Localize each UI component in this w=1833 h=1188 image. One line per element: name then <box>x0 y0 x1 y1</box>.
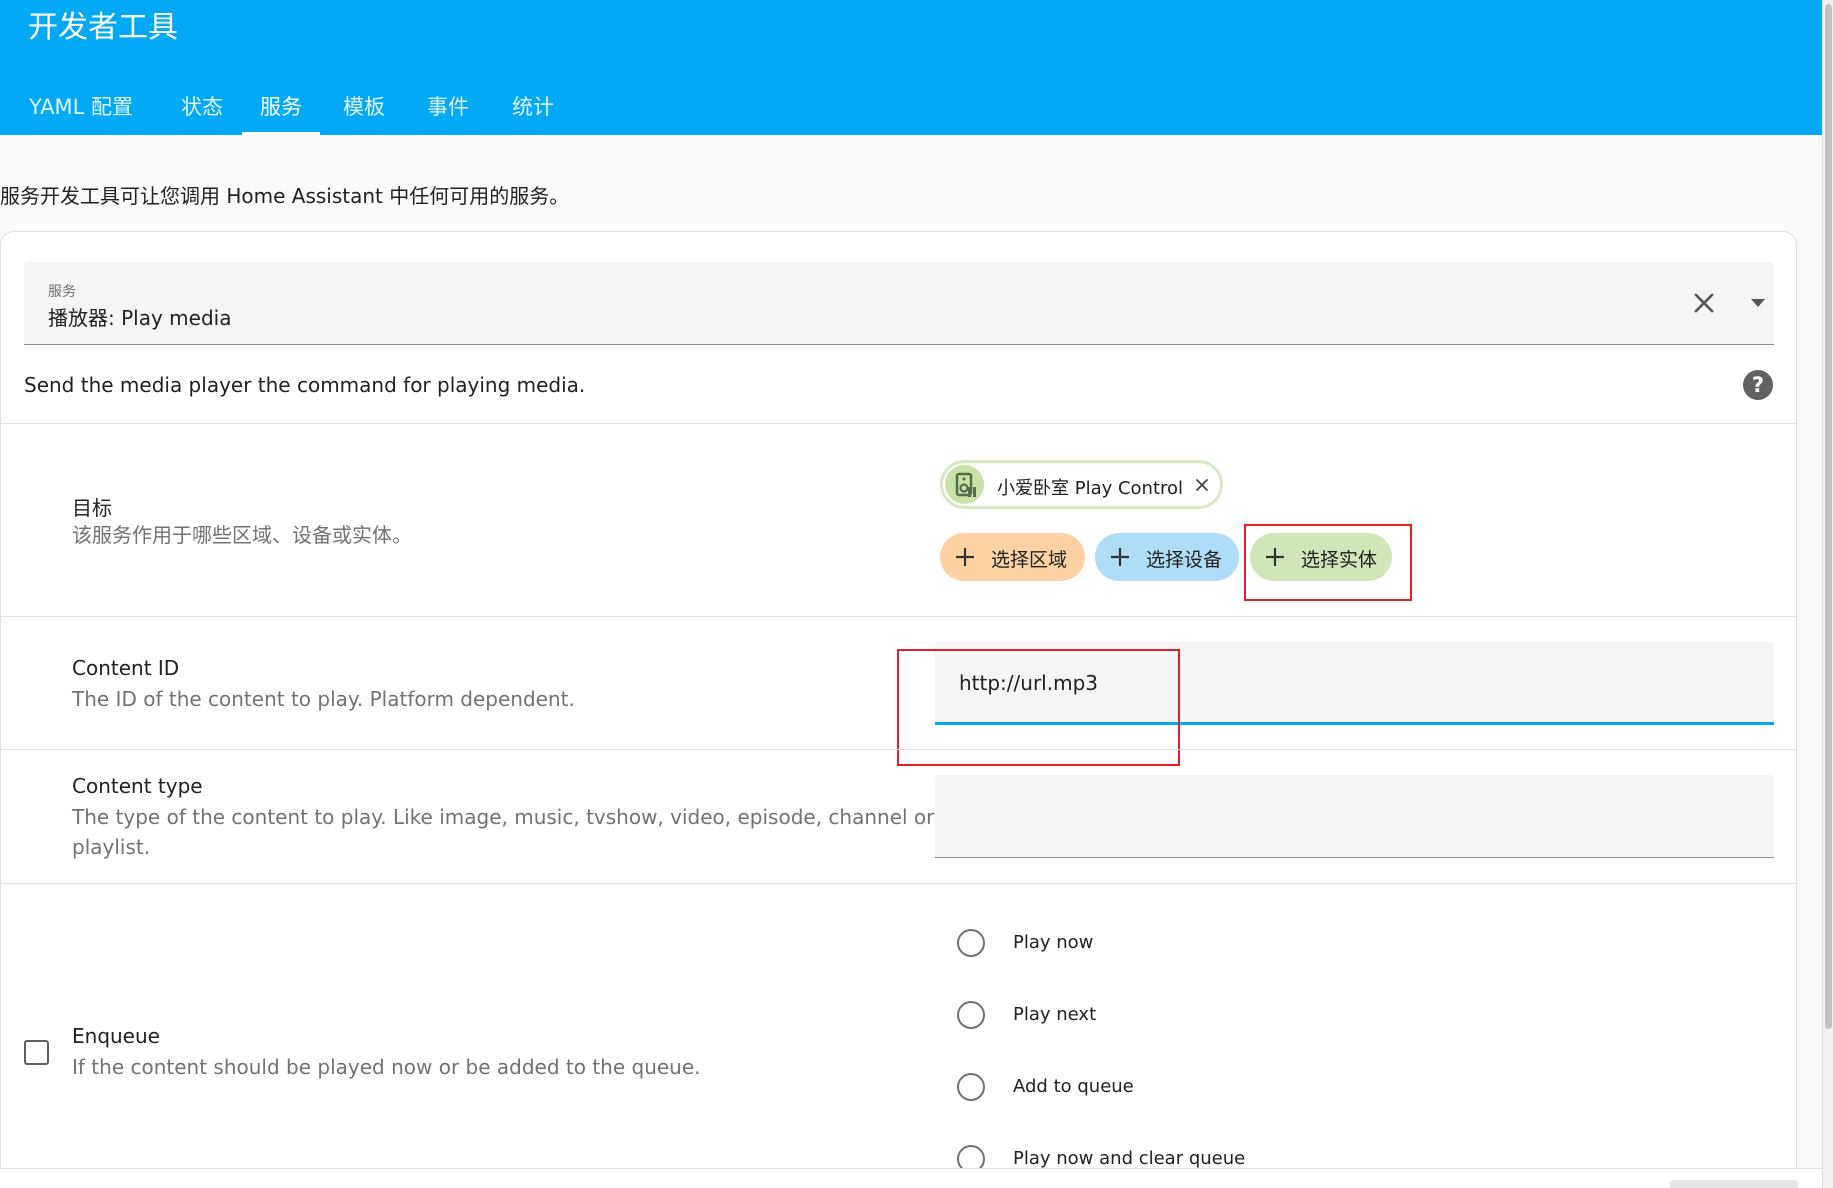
content-type-title: Content type <box>72 774 203 798</box>
pick-area-button[interactable]: 选择区域 <box>940 533 1085 581</box>
divider <box>0 883 1797 884</box>
content-type-description-line: playlist. <box>72 835 151 859</box>
tab-templates[interactable]: 模板 <box>320 76 408 135</box>
radio-label: Play now <box>1013 932 1094 953</box>
divider <box>0 749 1797 750</box>
chevron-down-icon[interactable] <box>1748 295 1768 311</box>
svg-text:?: ? <box>1752 373 1764 397</box>
clear-icon[interactable] <box>1690 289 1718 317</box>
content-type-description-line: The type of the content to play. Like im… <box>72 805 935 829</box>
divider <box>0 616 1797 617</box>
radio-label: Add to queue <box>1013 1076 1134 1097</box>
action-bar <box>0 1168 1822 1188</box>
enqueue-title: Enqueue <box>72 1024 160 1048</box>
service-select[interactable]: 服务 播放器: Play media <box>24 262 1774 345</box>
app-header: 开发者工具 YAML 配置 状态 服务 模板 事件 统计 <box>0 0 1822 135</box>
enqueue-description: If the content should be played now or b… <box>72 1055 701 1079</box>
pick-device-label: 选择设备 <box>1146 549 1223 571</box>
radio-button[interactable] <box>957 1073 985 1101</box>
content-type-description: The type of the content to play. Like im… <box>72 802 934 862</box>
content-id-description: The ID of the content to play. Platform … <box>72 687 575 711</box>
tab-bar: YAML 配置 状态 服务 模板 事件 统计 <box>0 76 578 135</box>
help-icon[interactable]: ? <box>1742 369 1774 401</box>
plus-icon <box>1111 548 1129 566</box>
content-id-title: Content ID <box>72 656 180 680</box>
divider <box>0 423 1797 424</box>
tab-statistics[interactable]: 统计 <box>488 76 578 135</box>
entity-chip[interactable]: 小爱卧室 Play Control <box>940 460 1223 509</box>
tab-services[interactable]: 服务 <box>242 76 320 135</box>
content-type-field[interactable] <box>935 775 1774 858</box>
target-description: 该服务作用于哪些区域、设备或实体。 <box>72 523 412 547</box>
tab-yaml[interactable]: YAML 配置 <box>0 76 162 135</box>
pick-device-button[interactable]: 选择设备 <box>1095 533 1239 581</box>
tab-states[interactable]: 状态 <box>162 76 242 135</box>
call-service-button[interactable] <box>1670 1180 1798 1188</box>
service-description: Send the media player the command for pl… <box>24 373 586 397</box>
page-title: 开发者工具 <box>28 10 178 45</box>
radio-button[interactable] <box>957 1001 985 1029</box>
radio-label: Play next <box>1013 1004 1097 1025</box>
target-title: 目标 <box>72 496 112 520</box>
scrollbar-thumb[interactable] <box>1825 4 1832 1029</box>
service-label: 服务 <box>48 284 76 300</box>
radio-label: Play now and clear queue <box>1013 1148 1246 1169</box>
radio-button[interactable] <box>957 929 985 957</box>
page-scrollbar[interactable] <box>1822 0 1833 1188</box>
tab-events[interactable]: 事件 <box>408 76 488 135</box>
pick-area-label: 选择区域 <box>991 549 1068 571</box>
chip-label: 小爱卧室 Play Control <box>997 478 1184 499</box>
plus-icon <box>956 548 974 566</box>
enqueue-checkbox[interactable] <box>24 1040 49 1065</box>
close-icon[interactable] <box>1194 477 1210 493</box>
service-value: 播放器: Play media <box>48 306 232 330</box>
highlight-box <box>1244 524 1412 601</box>
intro-text: 服务开发工具可让您调用 Home Assistant 中任何可用的服务。 <box>0 184 570 208</box>
speaker-icon <box>945 465 984 504</box>
